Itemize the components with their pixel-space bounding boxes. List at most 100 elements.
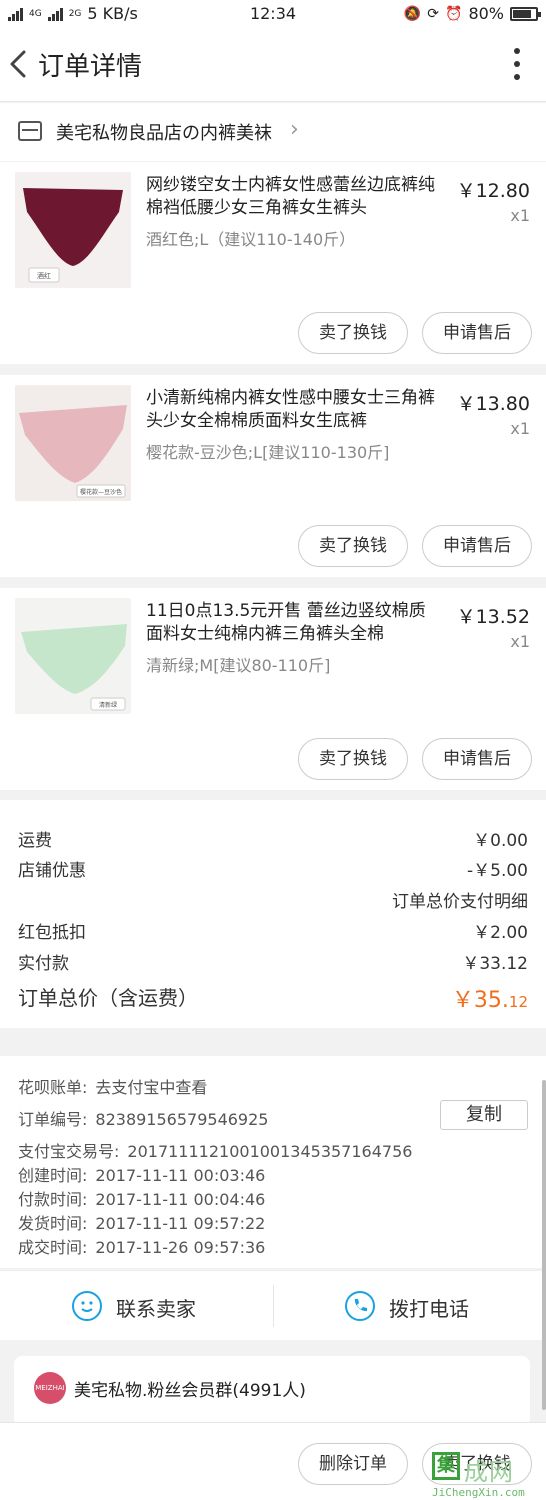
battery-percent: 80% [468,4,504,23]
created-value: 2017-11-11 00:03:46 [95,1166,266,1185]
alipay-label: 支付宝交易号: [18,1142,120,1161]
product-thumbnail[interactable]: 酒红 [15,172,131,288]
item-title[interactable]: 网纱镂空女士内裤女性感蕾丝边底裤纯棉裆低腰少女三角裤女生裤头 [146,174,442,220]
order-item[interactable]: 酒红 网纱镂空女士内裤女性感蕾丝边底裤纯棉裆低腰少女三角裤女生裤头 酒红色;L（… [0,162,546,364]
order-info: 花呗账单: 去支付宝中查看 订单编号: 82389156579546925 复制 支… [0,1056,546,1268]
after-sale-button[interactable]: 申请售后 [422,525,532,567]
item-price: ￥13.52 [456,606,530,628]
delete-order-button[interactable]: 删除订单 [298,1443,408,1485]
alipay-value: 2017111121001001345357164756 [127,1142,413,1161]
scrollbar[interactable] [542,1080,546,1410]
order-item[interactable]: 清新绿 11日0点13.5元开售 蕾丝边竖纹棉质面料女士纯棉内裤三角裤头全棉 清… [0,588,546,790]
order-number-value: 82389156579546925 [95,1110,269,1129]
sell-button[interactable]: 卖了换钱 [298,312,408,354]
item-price: ￥13.80 [456,393,530,415]
paid-time-row: 付款时间: 2017-11-11 00:04:46 [18,1186,265,1210]
page-title: 订单详情 [38,52,143,82]
discount-label: 店铺优惠 [18,861,86,881]
copy-button[interactable]: 复制 [440,1100,528,1130]
contact-seller-button[interactable]: 联系卖家 [0,1271,273,1341]
product-image: 清新绿 [15,598,131,714]
huabei-label: 花呗账单: [18,1078,88,1097]
svg-text:酒红: 酒红 [37,271,51,280]
huabei-value[interactable]: 去支付宝中查看 [95,1078,207,1097]
svg-text:樱花款—豆沙色: 樱花款—豆沙色 [80,488,122,496]
huabei-row[interactable]: 花呗账单: 去支付宝中查看 [18,1074,207,1098]
contact-seller-label: 联系卖家 [116,1297,196,1321]
done-value: 2017-11-26 09:57:36 [95,1238,266,1257]
item-title[interactable]: 小清新纯棉内裤女性感中腰女士三角裤头少女全棉棉质面料女生底裤 [146,387,442,433]
redpacket-value: ￥2.00 [473,923,528,943]
shop-row[interactable]: 美宅私物良品店の内裤美袜 › [0,103,546,161]
total-decimal: 12 [508,993,528,1011]
after-sale-button[interactable]: 申请售后 [422,738,532,780]
item-quantity: x1 [510,632,530,651]
watermark-logo: 集 [432,1452,460,1480]
watermark-url: JiChengXin.com [432,1486,525,1499]
total-value: ￥35.12 [452,982,528,1014]
total-label: 订单总价（含运费） [18,986,198,1010]
phone-icon [345,1291,375,1321]
discount-value: -￥5.00 [467,861,528,881]
contact-bar: 联系卖家 拨打电话 [0,1270,546,1340]
paid-value: ￥33.12 [462,954,528,974]
status-bar: 4G 2G 5 KB/s 12:34 🔕 ⟳ ⏰ 80% [0,0,546,28]
order-item[interactable]: 樱花款—豆沙色 小清新纯棉内裤女性感中腰女士三角裤头少女全棉棉质面料女生底裤 樱… [0,375,546,577]
battery-icon [510,6,541,21]
total-row: 订单总价（含运费） ￥35.12 [18,982,528,1014]
shipped-value: 2017-11-11 09:57:22 [95,1214,266,1233]
status-right: 🔕 ⟳ ⏰ 80% [403,4,541,23]
chat-smile-icon [72,1291,102,1321]
svg-text:清新绿: 清新绿 [99,701,117,709]
after-sale-button[interactable]: 申请售后 [422,312,532,354]
group-name: 美宅私物.粉丝会员群(4991人) [74,1381,306,1401]
lock-rotation-icon: ⟳ [427,5,439,22]
chat-smile-glyph [81,1301,93,1312]
paid-time-label: 付款时间: [18,1190,88,1209]
product-image: 酒红 [15,172,131,288]
more-vertical-icon[interactable] [514,48,522,80]
back-button[interactable] [6,44,30,84]
store-icon [18,121,42,141]
done-label: 成交时间: [18,1238,88,1257]
watermark: 集 成网 JiChengXin.com [430,1448,546,1500]
item-quantity: x1 [510,206,530,225]
paid-time-value: 2017-11-11 00:04:46 [95,1190,266,1209]
item-quantity: x1 [510,419,530,438]
alipay-row: 支付宝交易号: 2017111121001001345357164756 [18,1138,412,1162]
call-label: 拨打电话 [389,1297,469,1321]
shipped-label: 发货时间: [18,1214,88,1233]
product-image: 樱花款—豆沙色 [15,385,131,501]
done-row: 成交时间: 2017-11-26 09:57:36 [18,1234,265,1258]
chevron-left-icon [10,50,26,78]
shipping-row: 运费 ￥0.00 [18,826,528,851]
item-title[interactable]: 11日0点13.5元开售 蕾丝边竖纹棉质面料女士纯棉内裤三角裤头全棉 [146,600,442,646]
payment-detail-link[interactable]: 订单总价支付明细 [392,887,528,912]
call-button[interactable]: 拨打电话 [273,1271,546,1341]
redpacket-row: 红包抵扣 ￥2.00 [18,918,528,943]
product-thumbnail[interactable]: 樱花款—豆沙色 [15,385,131,501]
watermark-text: 成网 [464,1458,514,1486]
redpacket-label: 红包抵扣 [18,923,86,943]
order-number-label: 订单编号: [18,1110,88,1129]
phone-glyph [354,1299,367,1312]
item-spec: 樱花款-豆沙色;L[建议110-130斤] [146,443,390,462]
fan-group-card[interactable]: MEIZHAI 美宅私物.粉丝会员群(4991人) [14,1356,530,1426]
nav-bar: 订单详情 [0,28,546,102]
item-price: ￥12.80 [456,180,530,202]
shipping-value: ￥0.00 [473,831,528,851]
shop-name: 美宅私物良品店の内裤美袜 [56,123,272,144]
product-thumbnail[interactable]: 清新绿 [15,598,131,714]
battery-level [513,9,531,18]
mute-icon: 🔕 [403,5,422,22]
sell-button[interactable]: 卖了换钱 [298,738,408,780]
alarm-icon: ⏰ [445,5,463,22]
group-logo: MEIZHAI [34,1372,66,1404]
total-integer: 35. [473,988,509,1013]
shipped-row: 发货时间: 2017-11-11 09:57:22 [18,1210,265,1234]
sell-button[interactable]: 卖了换钱 [298,525,408,567]
created-row: 创建时间: 2017-11-11 00:03:46 [18,1162,265,1186]
order-number-row: 订单编号: 82389156579546925 [18,1106,268,1130]
paid-row: 实付款 ￥33.12 [18,949,528,974]
chevron-right-icon: › [290,117,299,142]
